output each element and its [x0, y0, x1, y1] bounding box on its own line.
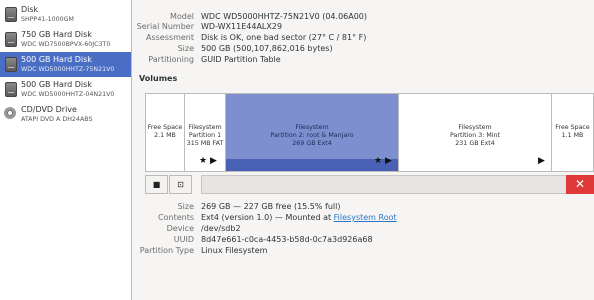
play-icon: ▶ — [210, 156, 217, 166]
serial-label: Serial Number — [136, 22, 194, 31]
segment-line: 2.1 MB — [154, 132, 176, 139]
hard-disk-icon — [4, 6, 17, 22]
contents-text: Ext4 (version 1.0) — Mounted at — [201, 213, 334, 222]
uuid-value: 8d47e661-c0ca-4453-b58d-0c7a3d926a68 — [201, 235, 373, 244]
partition-type-label: Partition Type — [139, 246, 194, 255]
disk-model: WDC WD5000HHTZ-75N21V0 — [21, 66, 115, 73]
model-label: Model — [169, 12, 194, 21]
model-value: WDC WD5000HHTZ-75N21V0 (04.06A00) — [201, 12, 368, 21]
partition-type-value: Linux Filesystem — [201, 246, 268, 255]
hard-disk-icon — [4, 81, 17, 97]
partition-options-button[interactable]: ⊡ — [169, 175, 192, 194]
partition-1[interactable]: Filesystem Partition 1 315 MB FAT ★ ▶ — [185, 94, 226, 171]
close-icon: ✕ — [574, 177, 586, 191]
disk-model: SHPP41-1000GM — [21, 16, 74, 23]
segment-line: Filesystem — [458, 124, 492, 131]
partitioning-label: Partitioning — [148, 55, 194, 64]
segment-line: Partition 2: root & Manjaro — [270, 132, 354, 139]
filesystem-root-link[interactable]: Filesystem Root — [334, 213, 397, 222]
disk-name: Disk — [21, 5, 39, 14]
stop-button[interactable]: ■ — [145, 175, 168, 194]
hard-disk-icon — [4, 31, 17, 47]
partition-free-space-2[interactable]: Free Space 1.1 MB — [552, 94, 593, 171]
serial-value: WD-WX11E44ALX29 — [201, 22, 283, 31]
disk-name: 500 GB Hard Disk — [21, 55, 92, 64]
disk-name: 500 GB Hard Disk — [21, 80, 92, 89]
disk-model: ATAPI DVD A DH24ABS — [21, 116, 93, 123]
disk-model: WDC WD5000HHTZ-04N21V0 — [21, 91, 115, 98]
partitioning-value: GUID Partition Table — [201, 55, 281, 64]
play-icon: ▶ — [538, 156, 545, 166]
disk-details-panel: Model WDC WD5000HHTZ-75N21V0 (04.06A00) … — [132, 0, 594, 300]
segment-line: Free Space — [555, 124, 590, 131]
segment-line: Partition 3: Mint — [449, 132, 500, 139]
disk-item-2[interactable]: 750 GB Hard Disk WDC WD7500BPVX-60JC3T0 — [0, 27, 131, 52]
device-value: /dev/sdb2 — [201, 224, 241, 233]
optical-disc-icon — [4, 106, 17, 122]
uuid-label: UUID — [173, 235, 194, 244]
volume-map: Free Space 2.1 MB Filesystem Partition 1… — [145, 93, 594, 172]
segment-line: 315 MB FAT — [186, 140, 224, 147]
contents-value: Ext4 (version 1.0) — Mounted at Filesyst… — [201, 213, 397, 222]
partition-size-label: Size — [177, 202, 194, 211]
disk-name: 750 GB Hard Disk — [21, 30, 92, 39]
disk-item-3[interactable]: 500 GB Hard Disk WDC WD5000HHTZ-75N21V0 — [0, 52, 131, 77]
segment-line: 231 GB Ext4 — [455, 140, 495, 147]
segment-line: 1.1 MB — [561, 132, 584, 139]
volumes-heading: Volumes — [139, 74, 178, 83]
partition-free-space-1[interactable]: Free Space 2.1 MB — [146, 94, 185, 171]
size-value: 500 GB (500,107,862,016 bytes) — [201, 44, 333, 53]
stop-icon: ■ — [152, 180, 161, 189]
play-icon: ▶ — [385, 156, 392, 166]
disk-model: WDC WD7500BPVX-60JC3T0 — [21, 41, 111, 48]
hard-disk-icon — [4, 56, 17, 72]
size-label: Size — [177, 44, 194, 53]
assessment-label: Assessment — [146, 33, 194, 42]
segment-line: 269 GB Ext4 — [292, 140, 332, 147]
partition-2[interactable]: Filesystem Partition 2: root & Manjaro 2… — [226, 94, 399, 171]
disk-item-1[interactable]: Disk SHPP41-1000GM — [0, 2, 131, 27]
segment-line: Filesystem — [188, 124, 222, 131]
star-icon: ★ — [374, 156, 383, 166]
delete-partition-button[interactable]: ✕ — [566, 175, 594, 194]
disk-name: CD/DVD Drive — [21, 105, 77, 114]
segment-line: Free Space — [147, 124, 183, 131]
partition-3[interactable]: Filesystem Partition 3: Mint 231 GB Ext4… — [399, 94, 552, 171]
segment-line: Partition 1 — [188, 132, 222, 139]
segment-line: Filesystem — [295, 124, 329, 131]
contents-label: Contents — [158, 213, 194, 222]
disk-item-4[interactable]: 500 GB Hard Disk WDC WD5000HHTZ-04N21V0 — [0, 77, 131, 102]
device-label: Device — [166, 224, 194, 233]
star-icon: ★ — [199, 156, 208, 166]
toolbar-spacer — [201, 175, 573, 194]
partition-size-value: 269 GB — 227 GB free (15.5% full) — [201, 202, 341, 211]
selection-highlight — [226, 159, 398, 171]
partition-options-icon: ⊡ — [177, 180, 184, 189]
disk-item-5[interactable]: CD/DVD Drive ATAPI DVD A DH24ABS — [0, 102, 131, 127]
disk-sidebar: Disk SHPP41-1000GM 750 GB Hard Disk WDC … — [0, 0, 132, 300]
assessment-value: Disk is OK, one bad sector (27° C / 81° … — [201, 33, 367, 42]
